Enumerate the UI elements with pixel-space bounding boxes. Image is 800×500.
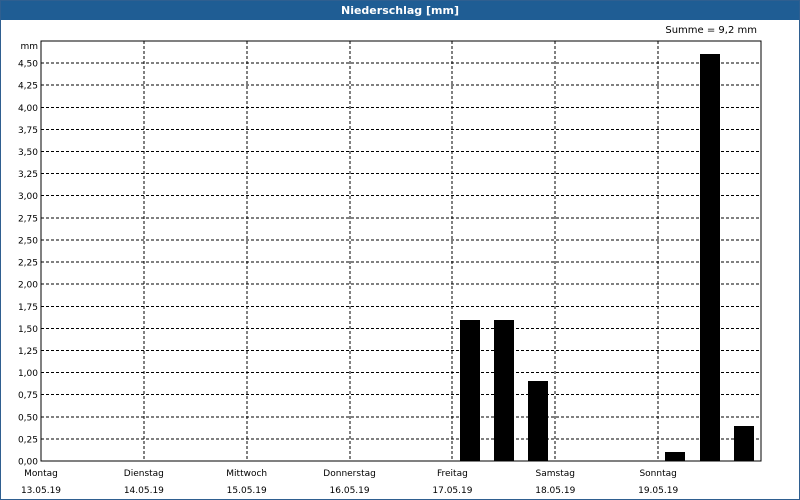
x-day-label: Montag [24, 469, 58, 479]
precipitation-chart: 0,00 0,25 0,50 0,75 1,00 1,25 1,50 1,75 2,00 2,25… [18, 40, 762, 496]
sum-label: Summe = 9,2 mm [665, 25, 757, 36]
y-tick-label: 2,50 [18, 236, 38, 246]
x-day-label: Freitag [437, 469, 468, 479]
chart-window: Niederschlag [mm] 0,00 0,25 0,50 0,75 1,00 1,… [0, 0, 800, 500]
y-tick-label: 1,50 [18, 325, 38, 335]
x-date-label: 17.05.19 [432, 486, 472, 496]
y-axis-unit: mm [20, 42, 38, 52]
y-tick-label: 0,50 [18, 413, 38, 423]
y-tick-label: 2,00 [18, 281, 38, 291]
x-date-label: 14.05.19 [124, 486, 164, 496]
precipitation-bar [460, 320, 480, 461]
x-day-label: Dienstag [124, 469, 164, 479]
x-date-label: 16.05.19 [330, 486, 370, 496]
y-tick-label: 0,25 [18, 435, 38, 445]
x-day-label: Sonntag [639, 469, 676, 479]
y-tick-label: 1,00 [18, 369, 38, 379]
y-tick-label: 0,75 [18, 391, 38, 401]
x-date-label: 19.05.19 [638, 486, 678, 496]
x-day-label: Donnerstag [323, 469, 376, 479]
y-tick-label: 2,75 [18, 214, 38, 224]
y-tick-label: 0,00 [18, 458, 38, 468]
y-tick-label: 3,00 [18, 192, 38, 202]
precipitation-bar [734, 426, 754, 461]
precipitation-bar [700, 54, 720, 461]
y-tick-label: 2,25 [18, 259, 38, 269]
precipitation-bar [528, 381, 548, 461]
precipitation-bar [494, 320, 514, 461]
x-date-label: 18.05.19 [535, 486, 575, 496]
x-day-label: Samstag [536, 469, 575, 479]
y-tick-label: 3,25 [18, 170, 38, 180]
x-date-label: 15.05.19 [227, 486, 267, 496]
y-tick-label: 4,25 [18, 82, 38, 92]
y-tick-label: 3,75 [18, 126, 38, 136]
precipitation-bar [665, 452, 685, 461]
x-date-label: 13.05.19 [21, 486, 61, 496]
y-tick-label: 3,50 [18, 148, 38, 158]
y-tick-label: 1,75 [18, 303, 38, 313]
plot-frame [40, 40, 762, 462]
y-tick-label: 4,00 [18, 104, 38, 114]
x-day-label: Mittwoch [226, 469, 267, 479]
y-tick-label: 1,25 [18, 347, 38, 357]
y-tick-label: 4,50 [18, 60, 38, 70]
